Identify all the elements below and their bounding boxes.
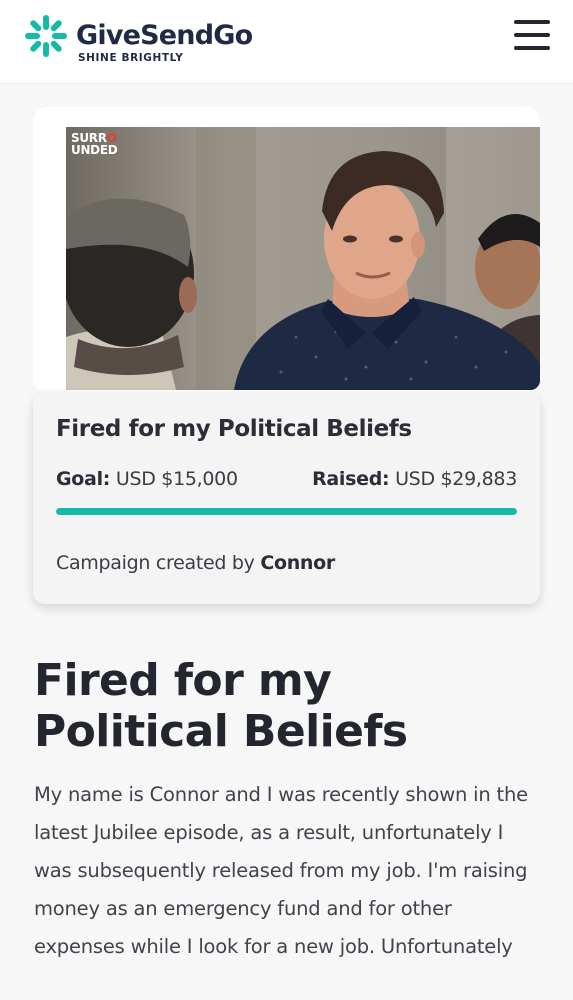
givesendgo-logo[interactable]: GiveSendGo SHINE BRIGHTLY <box>22 10 282 66</box>
raised-value: USD $29,883 <box>395 468 517 490</box>
goal-amount: Goal: USD $15,000 <box>56 468 238 490</box>
funding-progress-bar <box>56 508 517 515</box>
watermark-line-2: UNDED <box>71 143 118 157</box>
campaign-creator: Campaign created by Connor <box>56 552 335 574</box>
hamburger-menu-icon[interactable] <box>512 18 552 54</box>
video-watermark: SURRO UNDED <box>71 132 118 157</box>
menu-bar-bottom <box>514 46 550 50</box>
raised-amount: Raised: USD $29,883 <box>312 468 517 490</box>
goal-label: Goal: <box>56 468 111 490</box>
campaign-video-thumbnail[interactable]: SURRO UNDED <box>66 127 540 390</box>
campaign-summary-card: Fired for my Political Beliefs Goal: USD… <box>33 392 540 604</box>
created-by-label: Campaign created by <box>56 552 255 574</box>
story-heading: Fired for my Political Beliefs <box>34 655 408 757</box>
goal-value: USD $15,000 <box>115 468 238 490</box>
brand-name: GiveSendGo <box>76 20 253 51</box>
menu-bar-top <box>514 20 550 24</box>
brand-tagline: SHINE BRIGHTLY <box>78 52 184 64</box>
raised-label: Raised: <box>312 468 390 490</box>
creator-name[interactable]: Connor <box>260 552 335 574</box>
top-navbar: GiveSendGo SHINE BRIGHTLY <box>0 0 573 84</box>
story-body: My name is Connor and I was recently sho… <box>34 783 528 958</box>
menu-bar-middle <box>514 33 550 37</box>
video-frame-illustration <box>66 127 540 390</box>
funding-progress-fill <box>56 508 517 515</box>
sparkle-logo-icon <box>25 15 67 57</box>
campaign-title: Fired for my Political Beliefs <box>56 416 412 442</box>
